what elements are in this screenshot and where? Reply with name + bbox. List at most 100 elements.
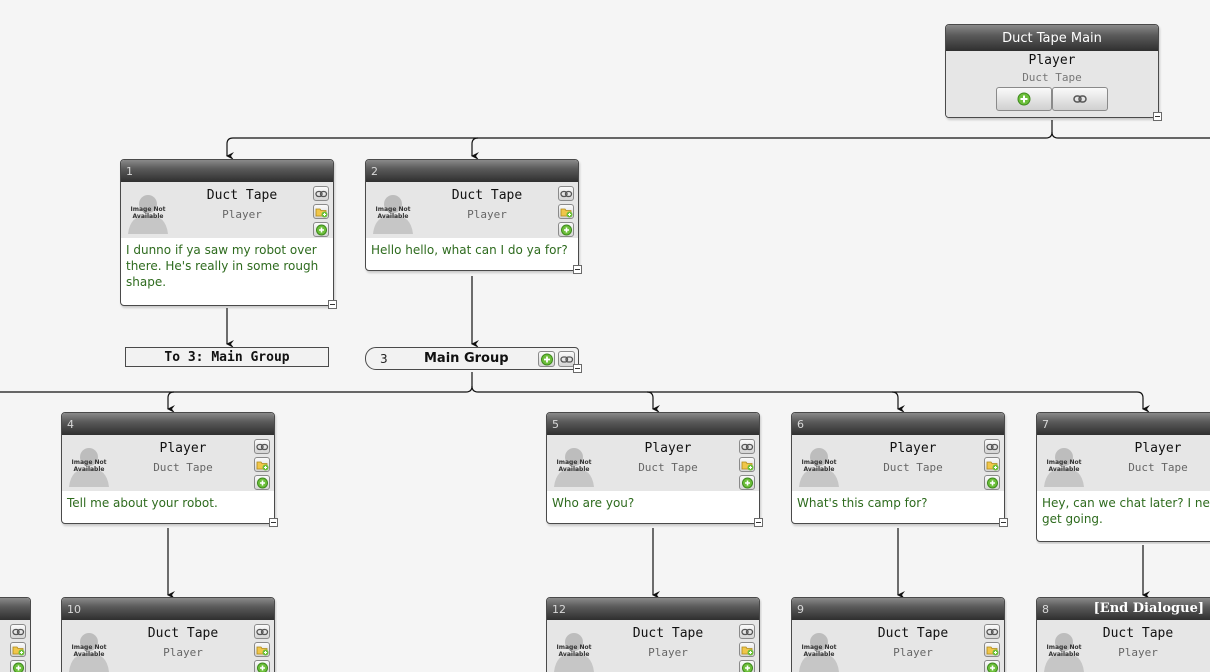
add-icon <box>987 477 998 489</box>
link-to-group-node[interactable]: To 3: Main Group <box>125 347 329 367</box>
dialogue-node[interactable]: 5 Image Not Available Player Duct Tape W… <box>546 412 763 527</box>
folder-add-icon <box>741 646 754 656</box>
folder-add-icon <box>560 208 573 218</box>
root-speaker: Player <box>1028 53 1076 68</box>
dialogue-node[interactable]: 12 Image Not Available Duct Tape Player <box>546 597 760 672</box>
speaker-name: Duct Tape <box>451 188 523 203</box>
node-id: 7 <box>1042 418 1049 431</box>
collapse-toggle[interactable] <box>999 518 1008 527</box>
root-link-button[interactable] <box>1052 87 1108 111</box>
dialogue-tree-canvas[interactable]: Duct Tape Main Player Duct Tape 1 Image … <box>0 0 1210 672</box>
dialogue-node[interactable]: 7 Image Not Available Player Duct Tape H… <box>1036 412 1210 542</box>
group-add-button[interactable] <box>538 351 555 367</box>
portrait-placeholder: Image Not Available <box>796 443 842 487</box>
dialogue-node[interactable]: 8 [End Dialogue] Image Not Available Duc… <box>1036 597 1210 672</box>
link-button[interactable] <box>984 439 1000 454</box>
root-add-button[interactable] <box>996 87 1052 111</box>
add-node-button[interactable] <box>254 475 270 490</box>
listener-name: Player <box>163 646 203 659</box>
root-node-title: Duct Tape Main <box>946 25 1158 51</box>
link-icon <box>315 190 328 198</box>
add-icon <box>742 477 753 489</box>
link-button[interactable] <box>254 439 270 454</box>
speaker-name: Duct Tape <box>877 626 949 641</box>
add-node-button[interactable] <box>739 660 755 672</box>
node-id: 1 <box>126 165 133 178</box>
add-node-button[interactable] <box>984 475 1000 490</box>
add-group-button[interactable] <box>739 457 755 472</box>
add-group-button[interactable] <box>10 642 26 657</box>
add-node-button[interactable] <box>10 660 26 672</box>
link-button[interactable] <box>984 624 1000 639</box>
node-12-clip: 12 Image Not Available Duct Tape Player <box>546 597 762 672</box>
add-group-button[interactable] <box>254 642 270 657</box>
add-icon <box>987 662 998 672</box>
portrait-placeholder: Image Not Available <box>551 443 597 487</box>
dialogue-text: Tell me about your robot. <box>67 496 218 510</box>
link-icon <box>741 443 754 451</box>
node-7-clip: 7 Image Not Available Player Duct Tape H… <box>1036 412 1210 544</box>
portrait-placeholder: Image Not Available <box>551 628 597 672</box>
listener-name: Duct Tape <box>1128 461 1188 474</box>
collapse-toggle[interactable] <box>754 518 763 527</box>
folder-add-icon <box>315 208 328 218</box>
collapse-toggle[interactable] <box>269 518 278 527</box>
add-node-button[interactable] <box>558 222 574 237</box>
dialogue-node[interactable]: 2 Image Not Available Duct Tape Player H… <box>365 159 582 274</box>
link-button[interactable] <box>254 624 270 639</box>
portrait-placeholder: Image Not Available <box>1041 443 1087 487</box>
add-group-button[interactable] <box>984 642 1000 657</box>
add-node-button[interactable] <box>313 222 329 237</box>
dialogue-node[interactable]: 10 Image Not Available Duct Tape Player <box>61 597 275 672</box>
portrait-placeholder: Image Not Available <box>66 628 112 672</box>
dialogue-node[interactable]: 4 Image Not Available Player Duct Tape T… <box>61 412 278 527</box>
add-group-button[interactable] <box>739 642 755 657</box>
root-node[interactable]: Duct Tape Main Player Duct Tape <box>945 24 1162 121</box>
collapse-toggle[interactable] <box>1153 112 1162 121</box>
node-id: 6 <box>797 418 804 431</box>
folder-add-icon <box>986 461 999 471</box>
listener-name: Player <box>648 646 688 659</box>
dialogue-node[interactable]: 9 Image Not Available Duct Tape Player <box>791 597 1005 672</box>
speaker-name: Player <box>159 441 207 456</box>
node-id: 9 <box>797 603 804 616</box>
add-group-button[interactable] <box>254 457 270 472</box>
link-button[interactable] <box>558 186 574 201</box>
speaker-name: Player <box>1134 441 1182 456</box>
collapse-toggle[interactable] <box>328 300 337 309</box>
link-button[interactable] <box>313 186 329 201</box>
listener-name: Player <box>467 208 507 221</box>
link-button[interactable] <box>739 439 755 454</box>
link-button[interactable] <box>739 624 755 639</box>
link-icon <box>741 628 754 636</box>
speaker-name: Duct Tape <box>147 626 219 641</box>
speaker-name: Player <box>889 441 937 456</box>
folder-add-icon <box>741 461 754 471</box>
collapse-toggle[interactable] <box>573 364 582 373</box>
group-node[interactable]: 3 Main Group <box>365 347 582 373</box>
add-icon <box>13 662 24 672</box>
add-node-button[interactable] <box>984 660 1000 672</box>
link-icon <box>986 628 999 636</box>
portrait-placeholder: Image Not Available <box>370 190 416 234</box>
add-group-button[interactable] <box>313 204 329 219</box>
collapse-toggle[interactable] <box>573 265 582 274</box>
node-id: 10 <box>67 603 81 616</box>
node-id: 8 <box>1042 603 1049 616</box>
speaker-name: Player <box>644 441 692 456</box>
folder-add-icon <box>256 646 269 656</box>
add-node-button[interactable] <box>739 475 755 490</box>
dialogue-node[interactable]: 6 Image Not Available Player Duct Tape W… <box>791 412 1008 527</box>
add-icon <box>541 353 553 366</box>
add-group-button[interactable] <box>558 204 574 219</box>
node-id: 12 <box>552 603 566 616</box>
dialogue-node[interactable]: 1 Image Not Available Duct Tape Player I… <box>120 159 337 309</box>
portrait-placeholder: Image Not Available <box>796 628 842 672</box>
link-icon <box>256 443 269 451</box>
link-button[interactable] <box>10 624 26 639</box>
add-group-button[interactable] <box>984 457 1000 472</box>
dialogue-node[interactable] <box>0 597 31 672</box>
speaker-name: Duct Tape <box>632 626 704 641</box>
add-node-button[interactable] <box>254 660 270 672</box>
node-id: 2 <box>371 165 378 178</box>
